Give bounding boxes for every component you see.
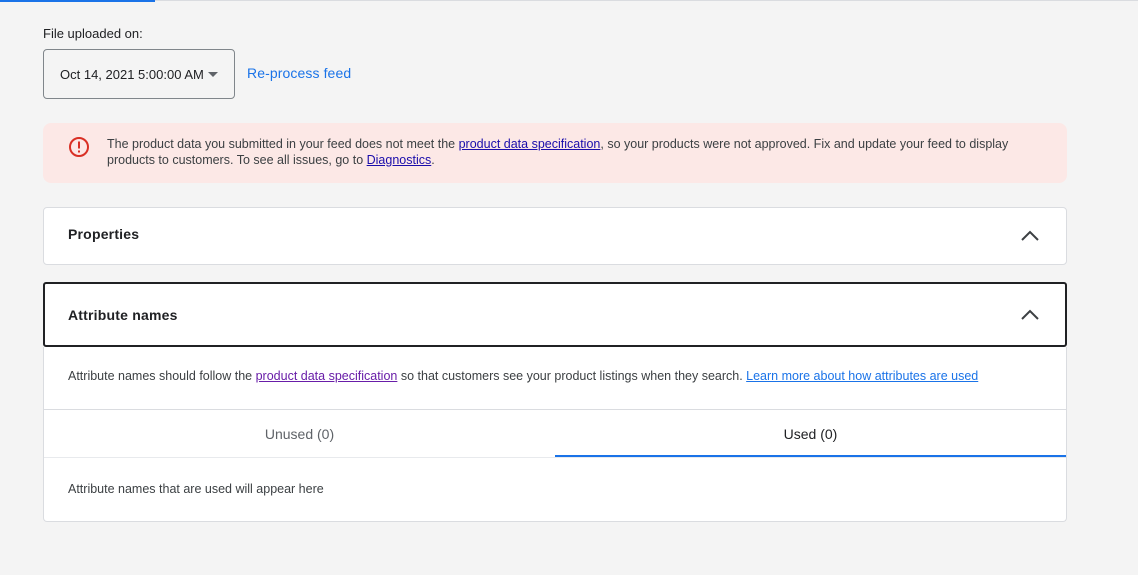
- diagnostics-link[interactable]: Diagnostics: [367, 153, 432, 167]
- error-alert-banner: The product data you submitted in your f…: [43, 123, 1067, 183]
- chevron-up-icon[interactable]: [1020, 230, 1040, 242]
- top-divider: [0, 0, 1138, 1]
- attribute-names-title: Attribute names: [68, 307, 178, 323]
- tab-used[interactable]: Used (0): [555, 410, 1066, 458]
- chevron-up-icon[interactable]: [1020, 309, 1040, 321]
- attribute-names-description: Attribute names should follow the produc…: [68, 369, 978, 383]
- file-uploaded-label: File uploaded on:: [43, 26, 143, 41]
- properties-title: Properties: [68, 226, 140, 242]
- reprocess-feed-button[interactable]: Re-process feed: [247, 65, 351, 81]
- attribute-names-panel-body: Attribute names should follow the produc…: [43, 347, 1067, 522]
- active-tab-indicator: [0, 0, 155, 2]
- learn-more-attributes-link[interactable]: Learn more about how attributes are used: [746, 369, 978, 383]
- divider: [44, 457, 1066, 458]
- alert-text-part: The product data you submitted in your f…: [107, 137, 459, 151]
- description-text-part: Attribute names should follow the: [68, 369, 256, 383]
- description-text-part: so that customers see your product listi…: [397, 369, 747, 383]
- properties-panel[interactable]: Properties: [43, 207, 1067, 265]
- product-data-spec-link[interactable]: product data specification: [256, 369, 398, 383]
- attribute-names-panel-header[interactable]: Attribute names: [43, 282, 1067, 347]
- tab-unused[interactable]: Unused (0): [44, 410, 555, 458]
- alert-message: The product data you submitted in your f…: [107, 136, 1027, 168]
- dropdown-arrow-icon: [208, 72, 218, 77]
- alert-text-part: .: [431, 153, 435, 167]
- selected-date-value: Oct 14, 2021 5:00:00 AM: [60, 66, 204, 82]
- error-circle-icon: [69, 137, 89, 157]
- empty-state-message: Attribute names that are used will appea…: [68, 482, 324, 496]
- product-data-spec-link[interactable]: product data specification: [459, 137, 601, 151]
- upload-date-dropdown[interactable]: Oct 14, 2021 5:00:00 AM: [43, 49, 235, 99]
